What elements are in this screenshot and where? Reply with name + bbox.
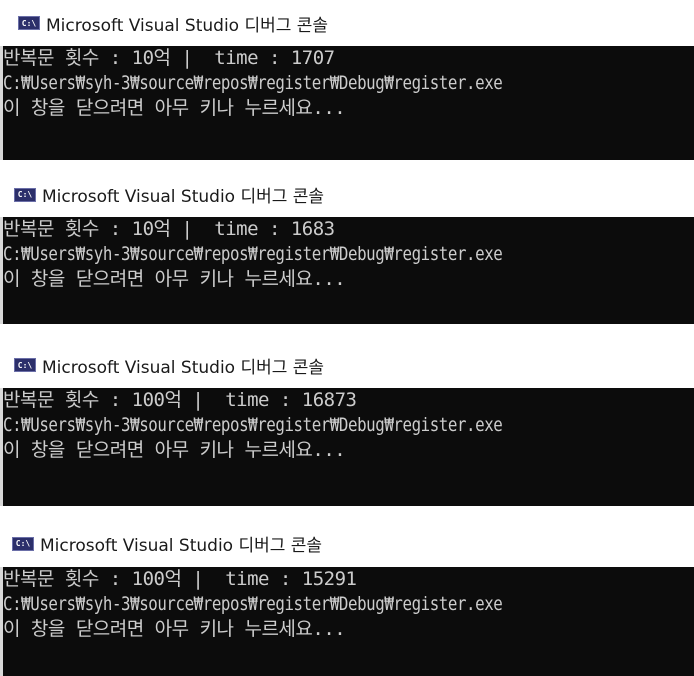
- console-window-1: C:\ Microsoft Visual Studio 디버그 콘솔 반복문 횟…: [0, 0, 694, 160]
- console-app-icon: C:\: [14, 187, 36, 202]
- console-output[interactable]: 반복문 횟수 : 100억 | time : 16873 C:₩Users₩sy…: [0, 388, 694, 506]
- console-line-path: C:₩Users₩syh-3₩source₩repos₩register₩Deb…: [3, 72, 503, 94]
- console-line-path: C:₩Users₩syh-3₩source₩repos₩register₩Deb…: [3, 414, 503, 436]
- console-line-result: 반복문 횟수 : 100억 | time : 15291: [3, 568, 357, 590]
- console-output[interactable]: 반복문 횟수 : 100억 | time : 15291 C:₩Users₩sy…: [0, 567, 694, 676]
- console-app-icon: C:\: [12, 536, 34, 551]
- console-line-result: 반복문 횟수 : 10억 | time : 1683: [3, 218, 335, 240]
- console-output[interactable]: 반복문 횟수 : 10억 | time : 1707 C:₩Users₩syh-…: [0, 46, 694, 160]
- title-bar[interactable]: C:\ Microsoft Visual Studio 디버그 콘솔: [0, 342, 694, 388]
- console-window-3: C:\ Microsoft Visual Studio 디버그 콘솔 반복문 횟…: [0, 342, 694, 506]
- console-line-path: C:₩Users₩syh-3₩source₩repos₩register₩Deb…: [3, 243, 503, 265]
- console-line-result: 반복문 횟수 : 100억 | time : 16873: [3, 389, 357, 411]
- console-window-4: C:\ Microsoft Visual Studio 디버그 콘솔 반복문 횟…: [0, 520, 694, 676]
- window-title: Microsoft Visual Studio 디버그 콘솔: [42, 187, 325, 207]
- console-line-prompt: 이 창을 닫으려면 아무 키나 누르세요...: [3, 97, 346, 119]
- console-line-prompt: 이 창을 닫으려면 아무 키나 누르세요...: [3, 618, 346, 640]
- console-line-prompt: 이 창을 닫으려면 아무 키나 누르세요...: [3, 268, 346, 290]
- console-output[interactable]: 반복문 횟수 : 10억 | time : 1683 C:₩Users₩syh-…: [0, 217, 694, 324]
- console-window-2: C:\ Microsoft Visual Studio 디버그 콘솔 반복문 횟…: [0, 172, 694, 324]
- window-title: Microsoft Visual Studio 디버그 콘솔: [40, 536, 323, 556]
- title-bar[interactable]: C:\ Microsoft Visual Studio 디버그 콘솔: [0, 520, 694, 567]
- console-line-result: 반복문 횟수 : 10억 | time : 1707: [3, 47, 335, 69]
- title-bar[interactable]: C:\ Microsoft Visual Studio 디버그 콘솔: [0, 172, 694, 217]
- console-app-icon: C:\: [14, 358, 36, 372]
- window-title: Microsoft Visual Studio 디버그 콘솔: [42, 357, 325, 378]
- console-line-path: C:₩Users₩syh-3₩source₩repos₩register₩Deb…: [3, 593, 503, 615]
- window-title: Microsoft Visual Studio 디버그 콘솔: [46, 15, 329, 36]
- console-line-prompt: 이 창을 닫으려면 아무 키나 누르세요...: [3, 439, 346, 461]
- title-bar[interactable]: C:\ Microsoft Visual Studio 디버그 콘솔: [0, 0, 694, 46]
- console-app-icon: C:\: [18, 16, 40, 30]
